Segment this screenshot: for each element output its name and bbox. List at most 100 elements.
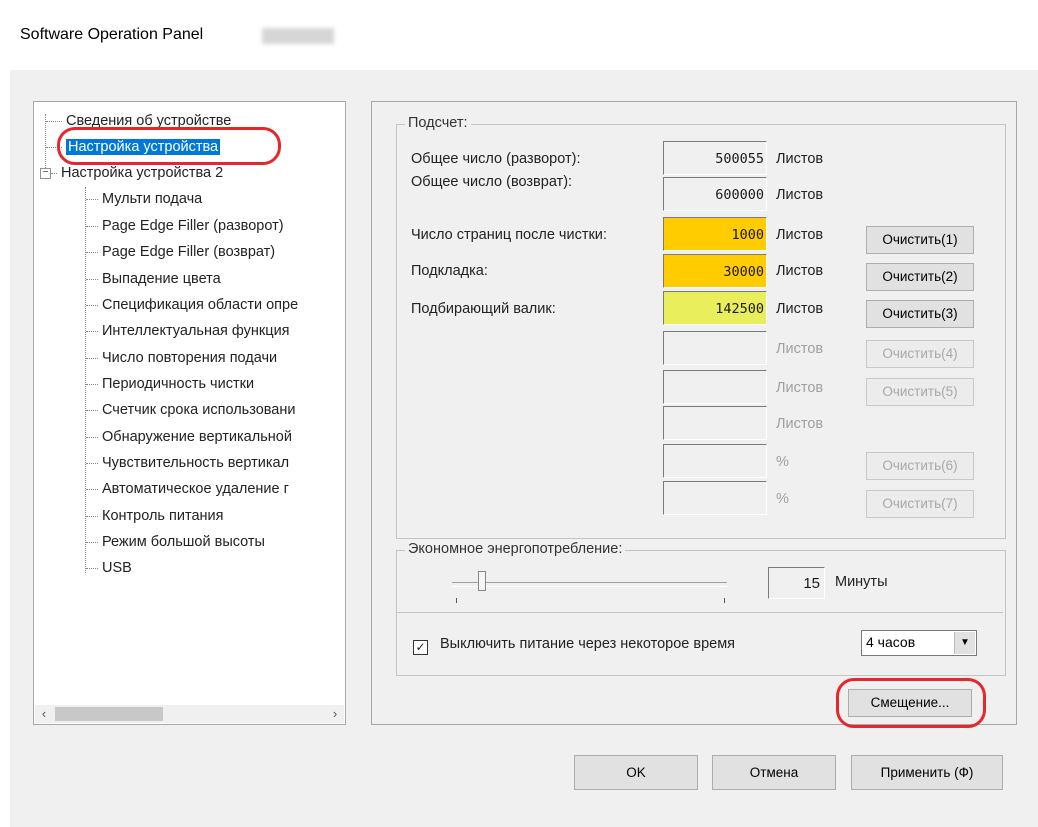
tree-item-area-spec[interactable]: Спецификация области опре [86, 294, 298, 316]
tree-dash [86, 541, 98, 543]
power-slider-track[interactable] [452, 582, 727, 587]
counter-unit: Листов [776, 151, 824, 167]
counter-unit: Листов [776, 416, 824, 432]
tree-item-label: Page Edge Filler (разворот) [102, 218, 284, 234]
tree-item-label: Page Edge Filler (возврат) [102, 244, 276, 260]
counter-value [663, 406, 767, 440]
tree-dash [51, 172, 57, 174]
counter-value: 600000 [663, 177, 767, 211]
tree-item-vertical-detect[interactable]: Обнаружение вертикальной [86, 426, 292, 448]
power-group-divider [397, 612, 1003, 613]
clear-button-7[interactable]: Очистить(7) [866, 490, 974, 518]
tree-dash [86, 488, 98, 490]
tree-dash [46, 120, 62, 122]
counter-label: Общее число (возврат): [411, 174, 573, 190]
tree-item-high-altitude[interactable]: Режим большой высоты [86, 531, 265, 553]
counter-value: 30000 [663, 254, 767, 288]
counter-label: Общее число (разворот): [411, 151, 581, 167]
tree-dash [86, 462, 98, 464]
tree-item-life-counter[interactable]: Счетчик срока использовани [86, 399, 295, 421]
tree-dash [86, 251, 98, 253]
tree-dash [86, 225, 98, 227]
clear-button-6[interactable]: Очистить(6) [866, 452, 974, 480]
counter-label: Подкладка: [411, 263, 488, 279]
tree-dash [86, 567, 98, 569]
horizontal-scrollbar[interactable]: ‹ › [35, 705, 344, 723]
tree-item-label: Настройка устройства 2 [61, 165, 224, 181]
counter-value [663, 444, 767, 478]
tree-item-label: Счетчик срока использовани [102, 402, 296, 418]
tree-dash [86, 330, 98, 332]
tree-item-label: USB [102, 560, 132, 576]
tree-item-dropout-color[interactable]: Выпадение цвета [86, 268, 221, 290]
tree-item-label: Периодичность чистки [102, 376, 255, 392]
tree-item-label: Выпадение цвета [102, 271, 221, 287]
scroll-thumb[interactable] [55, 707, 163, 721]
counter-unit: Листов [776, 187, 824, 203]
slider-tick-min [456, 598, 457, 603]
clear-button-3[interactable]: Очистить(3) [866, 300, 974, 328]
clear-button-5[interactable]: Очистить(5) [866, 378, 974, 406]
power-saving-group [396, 550, 1006, 676]
title-bar: Software Operation Panel [0, 0, 1038, 70]
tree-item-intelligent[interactable]: Интеллектуальная функция [86, 320, 290, 342]
counter-group-label: Подсчет: [405, 115, 471, 131]
tree-item-label: Чувствительность вертикал [102, 455, 290, 471]
scroll-left-icon[interactable]: ‹ [35, 705, 53, 723]
tree-item-label: Спецификация области опре [102, 297, 299, 313]
settings-tree[interactable]: Сведения об устройстве Настройка устройс… [33, 101, 346, 725]
tree-dash [86, 198, 98, 200]
power-slider-thumb[interactable] [478, 571, 486, 591]
tree-item-device-settings-2[interactable]: Настройка устройства 2 [51, 162, 223, 184]
scroll-right-icon[interactable]: › [326, 705, 344, 723]
counter-value [663, 481, 767, 515]
clear-button-1[interactable]: Очистить(1) [866, 226, 974, 254]
clear-button-4[interactable]: Очистить(4) [866, 340, 974, 368]
tree-dash [86, 304, 98, 306]
tree-item-page-edge-back[interactable]: Page Edge Filler (возврат) [86, 241, 275, 263]
tree-item-label: Мульти подача [102, 191, 203, 207]
counter-value: 1000 [663, 217, 767, 251]
counter-label: Число страниц после чистки: [411, 227, 607, 243]
tree-item-multifeed[interactable]: Мульти подача [86, 188, 202, 210]
dropdown-arrow-icon[interactable]: ▼ [954, 632, 975, 654]
collapse-icon[interactable]: − [40, 168, 51, 179]
counter-value: 142500 [663, 291, 767, 325]
tree-item-feed-retry[interactable]: Число повторения подачи [86, 347, 277, 369]
counter-unit: Листов [776, 341, 824, 357]
redacted-model-name [262, 28, 334, 44]
counter-unit: % [776, 491, 789, 507]
tree-item-label: Интеллектуальная функция [102, 323, 290, 339]
highlight-oval-offset-button [836, 678, 986, 728]
tree-item-vertical-sensitivity[interactable]: Чувствительность вертикал [86, 452, 289, 474]
power-group-label: Экономное энергопотребление: [405, 541, 626, 557]
tree-dash [86, 383, 98, 385]
tree-item-label: Автоматическое удаление г [102, 481, 289, 497]
minutes-value: 15 [768, 567, 825, 599]
counter-value: 500055 [663, 141, 767, 175]
counter-unit: % [776, 454, 789, 470]
ok-button[interactable]: OK [574, 755, 698, 790]
cancel-button[interactable]: Отмена [712, 755, 836, 790]
apply-button[interactable]: Применить (Ф) [851, 755, 1003, 790]
counter-unit: Листов [776, 301, 824, 317]
tree-item-page-edge-front[interactable]: Page Edge Filler (разворот) [86, 215, 284, 237]
auto-off-label: Выключить питание через некоторое время [440, 636, 736, 652]
tree-item-auto-removal[interactable]: Автоматическое удаление г [86, 478, 289, 500]
tree-dash [86, 436, 98, 438]
counter-unit: Листов [776, 227, 824, 243]
clear-button-2[interactable]: Очистить(2) [866, 263, 974, 291]
auto-off-checkbox[interactable]: ✓ [413, 640, 428, 655]
tree-dash [86, 409, 98, 411]
tree-item-usb[interactable]: USB [86, 557, 132, 579]
tree-dash [86, 278, 98, 280]
tree-dash [86, 357, 98, 359]
counter-label: Подбирающий валик: [411, 301, 556, 317]
tree-item-power-control[interactable]: Контроль питания [86, 505, 223, 527]
tree-item-cleaning-cycle[interactable]: Периодичность чистки [86, 373, 254, 395]
auto-off-time-select[interactable]: 4 часов ▼ [861, 630, 977, 656]
counter-unit: Листов [776, 263, 824, 279]
highlight-oval-device-settings [57, 127, 281, 165]
window-title: Software Operation Panel [20, 26, 204, 43]
tree-item-label: Число повторения подачи [102, 350, 278, 366]
